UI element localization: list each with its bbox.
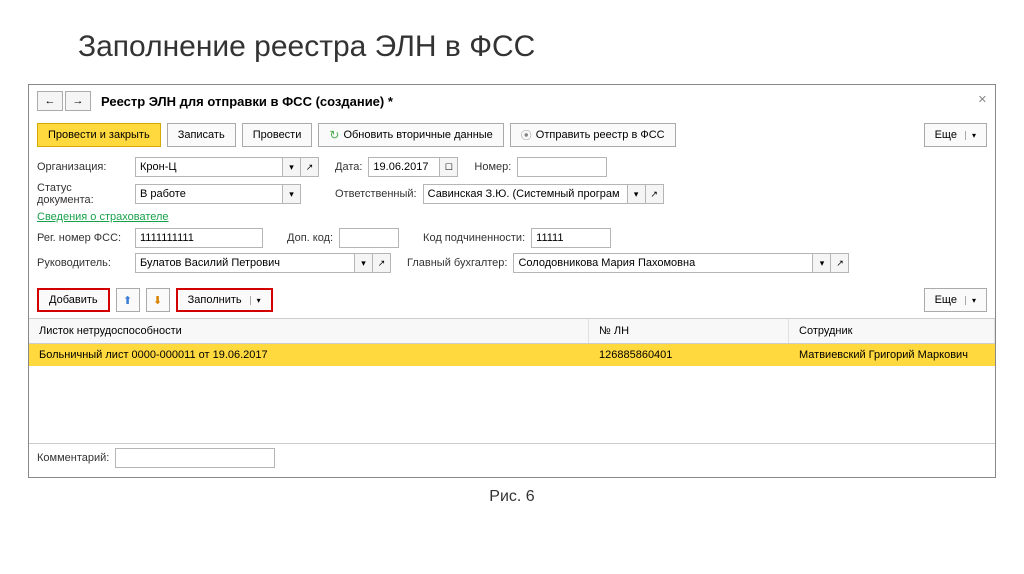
- comment-label: Комментарий:: [37, 452, 109, 464]
- table-row[interactable]: Больничный лист 0000-000011 от 19.06.201…: [29, 344, 995, 366]
- dropdown-icon[interactable]: ▾: [628, 184, 646, 204]
- open-icon[interactable]: ↗: [301, 157, 319, 177]
- section-link[interactable]: Сведения о страхователе: [37, 211, 169, 223]
- chevron-down-icon: ▾: [965, 296, 976, 305]
- chevron-down-icon: ▾: [965, 131, 976, 140]
- date-label: Дата:: [335, 161, 362, 173]
- send-button[interactable]: ⦿Отправить реестр в ФСС: [510, 123, 676, 147]
- fill-button[interactable]: Заполнить▾: [176, 288, 273, 312]
- send-icon: ⦿: [521, 127, 532, 143]
- window: ✕ ← → Реестр ЭЛН для отправки в ФСС (соз…: [28, 84, 996, 478]
- more-button[interactable]: Еще▾: [924, 123, 987, 147]
- refresh-button[interactable]: ↻Обновить вторичные данные: [318, 123, 503, 147]
- subcode-field[interactable]: [531, 228, 611, 248]
- titlebar: ← → Реестр ЭЛН для отправки в ФСС (созда…: [29, 85, 995, 117]
- calendar-icon[interactable]: ☐: [440, 157, 458, 177]
- subcode-label: Код подчиненности:: [423, 232, 525, 244]
- open-icon[interactable]: ↗: [831, 253, 849, 273]
- regnum-field[interactable]: [135, 228, 263, 248]
- nav-back-button[interactable]: ←: [37, 91, 63, 111]
- number-label: Номер:: [474, 161, 511, 173]
- close-icon[interactable]: ✕: [978, 93, 987, 106]
- table: Листок нетрудоспособности № ЛН Сотрудник…: [29, 318, 995, 444]
- table-header[interactable]: № ЛН: [589, 319, 789, 343]
- status-field[interactable]: [135, 184, 283, 204]
- move-down-button[interactable]: ⬇: [146, 288, 170, 312]
- head-label: Руководитель:: [37, 257, 129, 269]
- dopkod-label: Доп. код:: [287, 232, 333, 244]
- refresh-icon: ↻: [329, 128, 339, 142]
- org-label: Организация:: [37, 161, 129, 173]
- add-button[interactable]: Добавить: [37, 288, 110, 312]
- org-field[interactable]: [135, 157, 283, 177]
- main-toolbar: Провести и закрыть Записать Провести ↻Об…: [29, 117, 995, 153]
- chevron-down-icon: ▾: [250, 296, 261, 305]
- date-field[interactable]: [368, 157, 440, 177]
- head-field[interactable]: [135, 253, 355, 273]
- table-header[interactable]: Сотрудник: [789, 319, 995, 343]
- page-title: Заполнение реестра ЭЛН в ФСС: [0, 0, 1024, 84]
- dropdown-icon[interactable]: ▾: [813, 253, 831, 273]
- dropdown-icon[interactable]: ▾: [283, 184, 301, 204]
- nav-forward-button[interactable]: →: [65, 91, 91, 111]
- table-more-button[interactable]: Еще▾: [924, 288, 987, 312]
- regnum-label: Рег. номер ФСС:: [37, 232, 129, 244]
- window-title: Реестр ЭЛН для отправки в ФСС (создание)…: [101, 94, 393, 109]
- move-up-button[interactable]: ⬆: [116, 288, 140, 312]
- save-button[interactable]: Записать: [167, 123, 236, 147]
- open-icon[interactable]: ↗: [373, 253, 391, 273]
- acct-field[interactable]: [513, 253, 813, 273]
- table-header[interactable]: Листок нетрудоспособности: [29, 319, 589, 343]
- dropdown-icon[interactable]: ▾: [355, 253, 373, 273]
- dropdown-icon[interactable]: ▾: [283, 157, 301, 177]
- figure-caption: Рис. 6: [0, 488, 1024, 506]
- table-toolbar: Добавить ⬆ ⬇ Заполнить▾ Еще▾: [29, 282, 995, 318]
- resp-label: Ответственный:: [335, 188, 417, 200]
- dopkod-field[interactable]: [339, 228, 399, 248]
- post-button[interactable]: Провести: [242, 123, 313, 147]
- number-field[interactable]: [517, 157, 607, 177]
- resp-field[interactable]: [423, 184, 628, 204]
- acct-label: Главный бухгалтер:: [407, 257, 507, 269]
- post-and-close-button[interactable]: Провести и закрыть: [37, 123, 161, 147]
- open-icon[interactable]: ↗: [646, 184, 664, 204]
- status-label: Статус документа:: [37, 182, 129, 206]
- comment-field[interactable]: [115, 448, 275, 468]
